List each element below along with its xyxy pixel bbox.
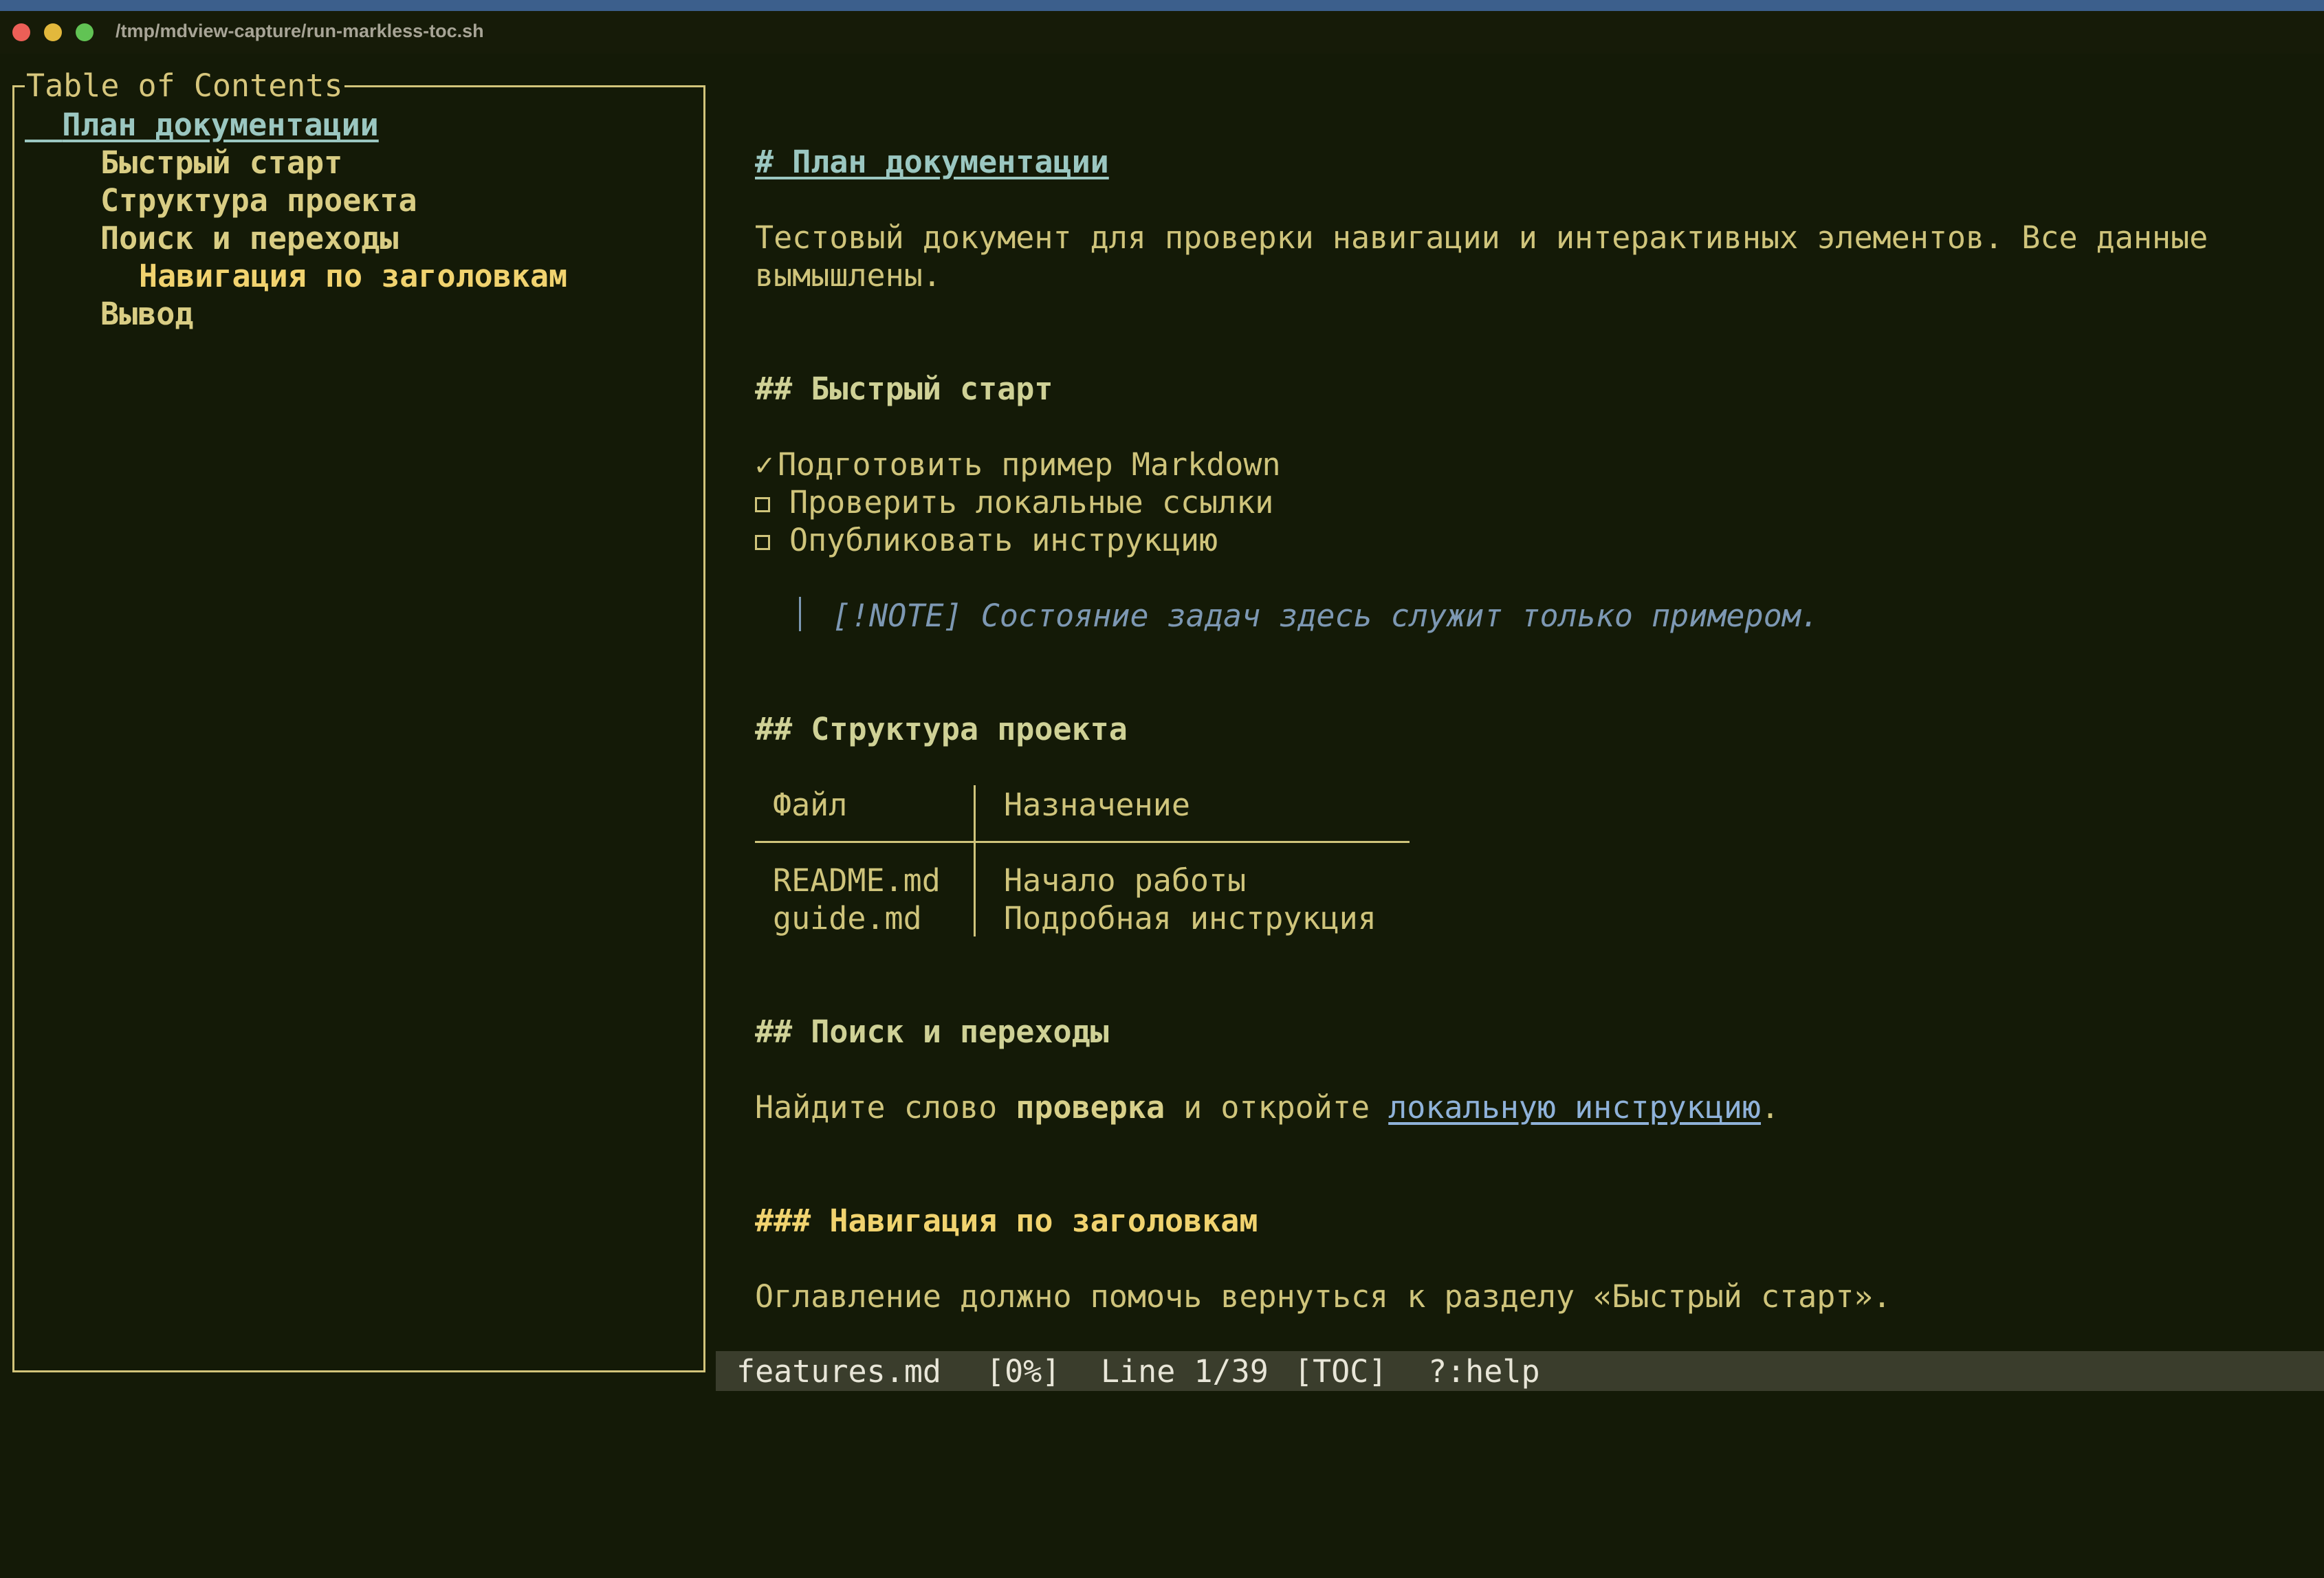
toc-item-heading-nav[interactable]: Навигация по заголовкам bbox=[139, 257, 567, 295]
status-filename: features.md bbox=[736, 1353, 942, 1390]
table-header-divider bbox=[755, 841, 1410, 843]
heading-search[interactable]: ## Поиск и переходы bbox=[755, 1013, 1109, 1051]
doc-heading-1[interactable]: # План документации bbox=[755, 143, 1109, 181]
task-label: Опубликовать инструкцию bbox=[789, 522, 1218, 558]
note-bar bbox=[799, 597, 801, 631]
checkmark-icon: ✓ bbox=[755, 446, 774, 483]
text-span: Найдите слово bbox=[755, 1089, 1016, 1126]
table-column-divider bbox=[974, 785, 976, 936]
minimize-window-icon[interactable] bbox=[44, 23, 62, 41]
window-title: /tmp/mdview-capture/run-markless-toc.sh bbox=[116, 21, 484, 41]
status-percent: [0%] bbox=[986, 1353, 1061, 1390]
table-cell: Подробная инструкция bbox=[1004, 900, 1377, 936]
toc-item-structure[interactable]: Структура проекта bbox=[100, 182, 417, 219]
toc-item-quickstart[interactable]: Быстрый старт bbox=[100, 144, 342, 182]
table-cell: README.md bbox=[773, 862, 941, 899]
checkbox-icon[interactable] bbox=[755, 535, 770, 550]
toc-list: План документации Быстрый старт Структур… bbox=[25, 106, 567, 371]
toc-item-conclusion[interactable]: Вывод bbox=[100, 295, 193, 333]
toc-title: Table of Contents bbox=[25, 67, 344, 105]
zoom-window-icon[interactable] bbox=[76, 23, 94, 41]
bold-word: проверка bbox=[1016, 1089, 1165, 1126]
heading-navigation[interactable]: ### Навигация по заголовкам bbox=[755, 1202, 1258, 1240]
heading-quickstart[interactable]: ## Быстрый старт bbox=[755, 370, 1053, 408]
search-paragraph: Найдите слово проверка и откройте локаль… bbox=[755, 1088, 1779, 1126]
document-view: # План документации Тестовый документ дл… bbox=[755, 0, 2302, 1315]
status-bar: features.md [0%] Line 1/39 [TOC] ?:help bbox=[716, 1351, 2324, 1391]
table-cell: Начало работы bbox=[1004, 862, 1247, 899]
status-line: Line 1/39 bbox=[1101, 1353, 1269, 1390]
toc-item-search[interactable]: Поиск и переходы bbox=[100, 219, 398, 257]
table-header-file: Файл bbox=[773, 787, 848, 823]
text-span: и откройте bbox=[1165, 1089, 1389, 1126]
status-help: ?:help bbox=[1428, 1353, 1540, 1390]
close-window-icon[interactable] bbox=[12, 23, 30, 41]
heading-structure[interactable]: ## Структура проекта bbox=[755, 710, 1128, 748]
status-mode: [TOC] bbox=[1294, 1353, 1388, 1390]
table-header-purpose: Назначение bbox=[1004, 787, 1190, 823]
toc-item-plan[interactable]: План документации bbox=[25, 106, 379, 144]
task-item[interactable]: Проверить локальные ссылки bbox=[755, 483, 1273, 521]
note-callout: [!NOTE] Состояние задач здесь служит тол… bbox=[832, 598, 1819, 634]
task-item-done[interactable]: ✓ Подготовить пример Markdown bbox=[755, 446, 1281, 483]
intro-text-line1: Тестовый документ для проверки навигации… bbox=[755, 219, 2208, 256]
navigation-paragraph: Оглавление должно помочь вернуться к раз… bbox=[755, 1278, 1892, 1315]
table-cell: guide.md bbox=[773, 900, 922, 936]
text-span: . bbox=[1761, 1089, 1780, 1126]
checkbox-icon[interactable] bbox=[755, 497, 770, 512]
local-guide-link[interactable]: локальную инструкцию bbox=[1388, 1089, 1761, 1126]
task-label: Проверить локальные ссылки bbox=[789, 484, 1274, 520]
task-item[interactable]: Опубликовать инструкцию bbox=[755, 521, 1218, 559]
task-label: Подготовить пример Markdown bbox=[778, 446, 1281, 483]
intro-text-line2: вымышлены. bbox=[755, 257, 941, 294]
